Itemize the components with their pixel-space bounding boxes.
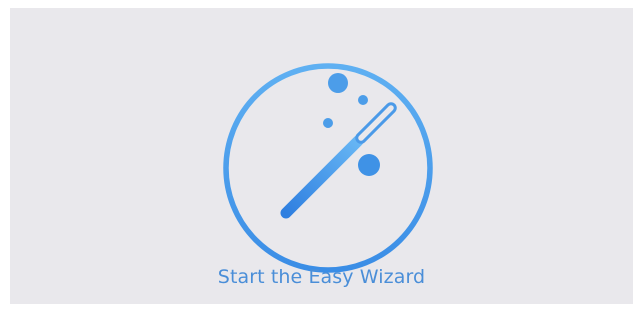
sparkle-small — [358, 95, 368, 105]
start-easy-wizard-button[interactable]: Start the Easy Wizard — [10, 8, 633, 304]
wizard-label: Start the Easy Wizard — [217, 266, 426, 288]
magic-wand-icon — [223, 63, 433, 273]
sparkle-medium — [358, 154, 380, 176]
sparkle-large — [328, 73, 348, 93]
sparkle-tiny — [323, 118, 333, 128]
wand-tip-inner — [358, 105, 394, 141]
wand-body — [280, 135, 364, 219]
wizard-panel: Start the Easy Wizard — [10, 8, 633, 304]
